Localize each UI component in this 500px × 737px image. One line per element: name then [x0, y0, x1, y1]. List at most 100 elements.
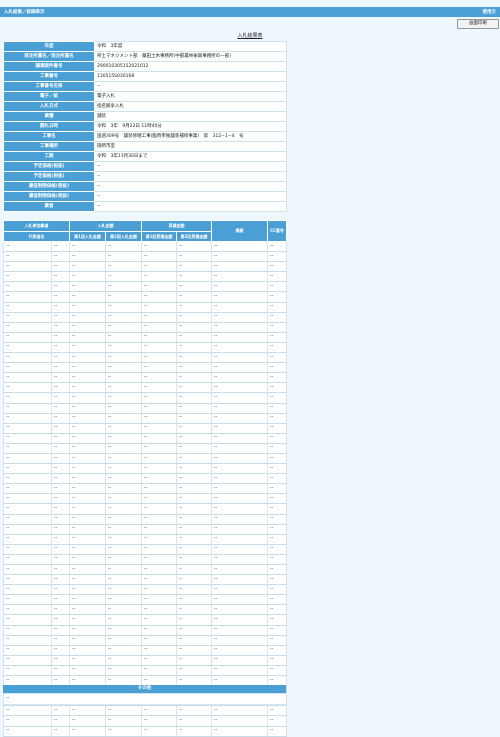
bid-amount-header: 入札金額 — [69, 220, 142, 232]
info-row: 業種 舗装 — [3, 111, 287, 122]
table-cell: -- — [211, 665, 268, 677]
table-cell: -- — [267, 291, 287, 303]
info-row: 開札日時 令和 3年 9月22日 11時40分 — [3, 121, 287, 132]
table-row: ---------------- — [3, 251, 287, 263]
table-cell: -- — [69, 342, 106, 354]
table-cell: -- — [69, 322, 106, 333]
table-row: ---------------- — [3, 241, 287, 253]
table-row: ---------------- — [3, 503, 287, 515]
table-cell: -- — [267, 403, 287, 414]
table-cell: -- — [69, 715, 106, 727]
table-row: ---------------- — [3, 655, 287, 666]
table-cell: -- — [105, 544, 142, 555]
info-label: 電子／紙 — [3, 91, 95, 102]
table-row: ---------------- — [3, 453, 287, 465]
table-cell: -- — [176, 705, 212, 717]
info-value: -- — [94, 191, 287, 202]
table-cell: -- — [211, 281, 268, 293]
table-cell: -- — [176, 312, 212, 323]
table-cell: -- — [51, 291, 70, 303]
table-cell: -- — [176, 554, 212, 566]
info-value: 国道309号 舗装修繕工事(臨時単独舗装補修事業) 第 312−1−4 号 — [94, 131, 287, 142]
table-cell: -- — [105, 332, 142, 343]
table-cell: -- — [105, 392, 142, 404]
table-cell: -- — [141, 352, 177, 364]
table-cell: -- — [105, 291, 142, 303]
table-cell: -- — [141, 342, 177, 354]
table-cell: -- — [267, 524, 287, 535]
table-cell: -- — [267, 564, 287, 576]
table-cell: -- — [176, 291, 212, 303]
table-cell: -- — [141, 473, 177, 485]
table-cell: -- — [141, 392, 177, 404]
table-cell: -- — [211, 332, 268, 343]
table-cell: -- — [51, 544, 70, 555]
table-cell: -- — [51, 625, 70, 636]
bid-table: 入札参加業者 入札金額 見積金額 摘要 CC番号 代表者名 第1回入札金額 第2… — [3, 220, 287, 737]
table-cell: -- — [141, 584, 177, 596]
table-row: ---------------- — [3, 423, 287, 434]
table-row: ---------------- — [3, 715, 287, 727]
table-cell: -- — [69, 372, 106, 384]
table-cell: -- — [51, 362, 70, 374]
info-table: 年度 令和 3年度 発注所属名／発注所属名 県土マネジメント部 藁田土木事務所(中部農… — [3, 41, 287, 212]
cc-header: CC番号 — [267, 220, 287, 242]
neg2-subheader: 第2回見積金額 — [176, 231, 212, 242]
table-cell: -- — [176, 281, 212, 293]
table-cell: -- — [176, 483, 212, 495]
table-cell: -- — [69, 544, 106, 555]
table-row: ---------------- — [3, 705, 287, 717]
table-cell: -- — [267, 312, 287, 323]
table-cell: -- — [3, 322, 52, 333]
table-cell: -- — [267, 281, 287, 293]
info-row: 入札方式 指名競争入札 — [3, 101, 287, 112]
table-cell: -- — [69, 413, 106, 424]
table-cell: -- — [3, 302, 52, 313]
help-link[interactable]: 使用方 — [483, 9, 497, 15]
table-cell: -- — [267, 261, 287, 273]
info-label: 年度 — [3, 41, 95, 52]
table-cell: -- — [3, 564, 52, 576]
table-row: ---------------- — [3, 493, 287, 505]
print-button[interactable]: 画面印刷 — [457, 19, 499, 29]
table-cell: -- — [267, 413, 287, 424]
table-cell: -- — [3, 514, 52, 525]
table-cell: -- — [141, 241, 177, 253]
table-row: ---------------- — [3, 574, 287, 586]
table-cell: -- — [51, 534, 70, 545]
table-cell: -- — [51, 715, 70, 727]
table-cell: -- — [267, 503, 287, 515]
table-row: ---------------- — [3, 443, 287, 454]
info-value: 舗装 — [94, 111, 287, 122]
info-label: 工事番号 — [3, 71, 95, 82]
table-cell: -- — [211, 503, 268, 515]
table-cell: -- — [176, 382, 212, 394]
table-cell: -- — [141, 614, 177, 626]
info-value: 令和 3年11月30日まで — [94, 151, 287, 162]
table-cell: -- — [3, 433, 52, 444]
negotiation-header: 見積金額 — [141, 220, 212, 232]
table-cell: -- — [3, 574, 52, 586]
table-cell: -- — [141, 453, 177, 465]
info-label: 業種 — [3, 111, 95, 122]
table-row: ---------------- — [3, 433, 287, 444]
table-cell: -- — [3, 554, 52, 566]
table-cell: -- — [69, 645, 106, 656]
table-cell: -- — [141, 251, 177, 263]
table-row: ---------------- — [3, 332, 287, 343]
table-cell: -- — [51, 423, 70, 434]
info-row: 工事名 国道309号 舗装修繕工事(臨時単独舗装補修事業) 第 312−1−4 号 — [3, 131, 287, 142]
table-cell: -- — [176, 443, 212, 454]
table-cell: -- — [105, 312, 142, 323]
table-row: ---------------- — [3, 362, 287, 374]
table-cell: -- — [176, 715, 212, 727]
table-cell: -- — [105, 635, 142, 646]
table-cell: -- — [51, 584, 70, 596]
table-cell: -- — [267, 665, 287, 677]
table-cell: -- — [267, 635, 287, 646]
table-cell: -- — [69, 726, 106, 737]
table-cell: -- — [105, 483, 142, 495]
table-cell: -- — [69, 705, 106, 717]
neg1-subheader: 第1回見積金額 — [141, 231, 177, 242]
table-cell: -- — [69, 614, 106, 626]
